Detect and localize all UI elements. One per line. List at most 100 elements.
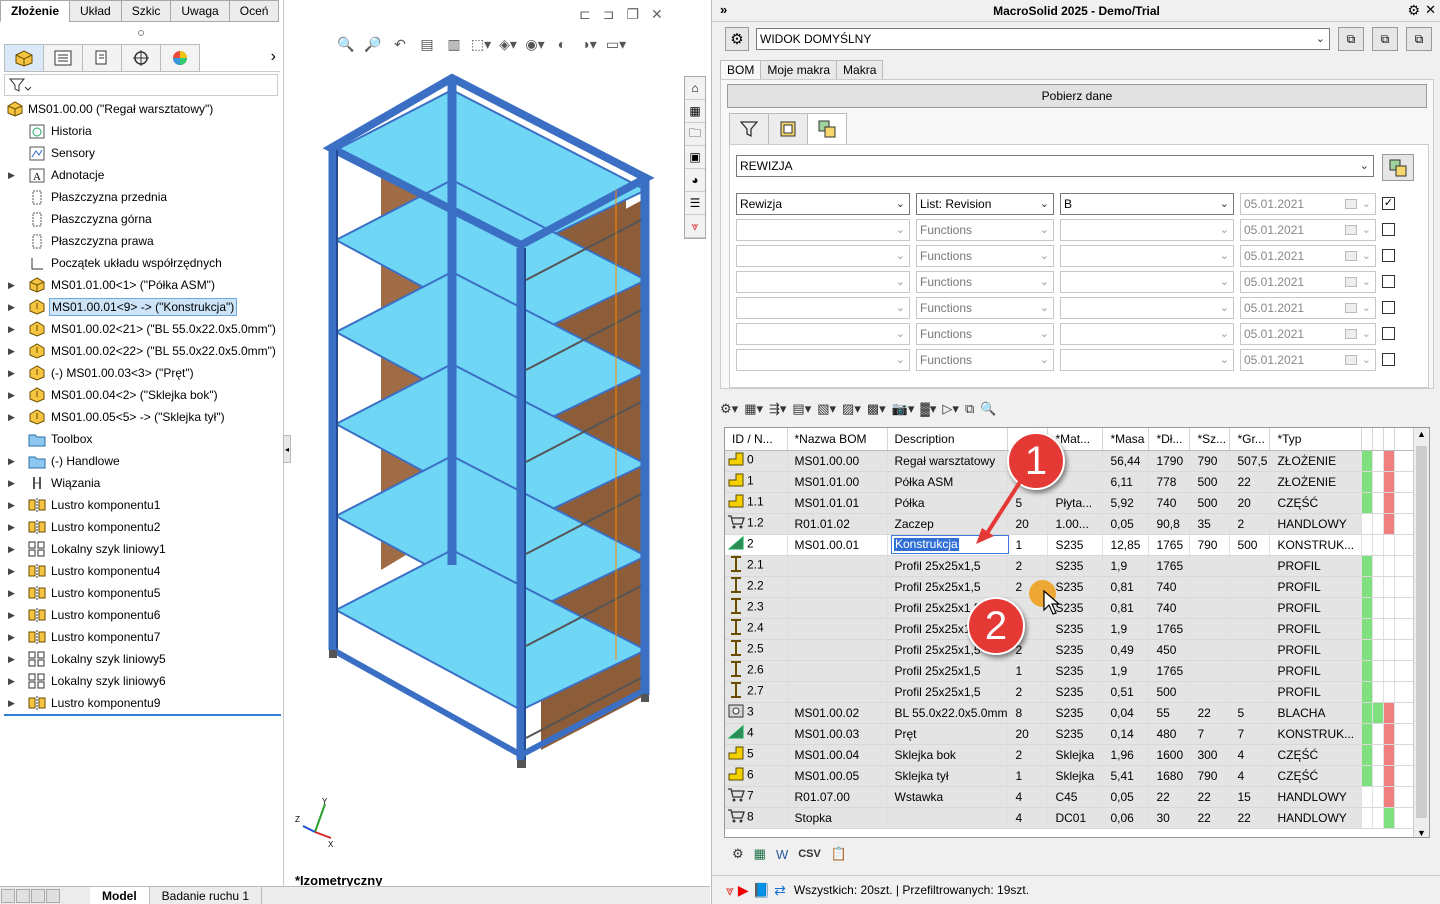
edit-appearance-icon[interactable]: ◐ (551, 34, 573, 54)
table-cell[interactable]: 7 (1229, 723, 1271, 745)
table-cell[interactable]: MS01.00.03 (787, 723, 888, 745)
table-cell[interactable]: 4 (1229, 765, 1271, 787)
table-cell[interactable]: 4 (1229, 744, 1271, 766)
table-cell[interactable]: KONSTRUK... (1269, 534, 1363, 556)
table-cell[interactable]: 2 (1007, 744, 1049, 766)
table-row[interactable]: 6 MS01.00.05 Sklejka tył 1 Sklejka 5,41 1680 79… (725, 765, 1418, 787)
filter-operator-select[interactable]: Functions ⌄ (916, 271, 1054, 293)
filter-enable-checkbox[interactable] (1382, 223, 1395, 236)
csv-export-button[interactable]: CSV (798, 843, 821, 865)
table-cell[interactable] (787, 639, 888, 661)
table-cell[interactable]: 2.7 (725, 681, 788, 703)
tree-item[interactable]: ▶ MS01.00.05<5> -> ("Sklejka tył") (0, 406, 284, 428)
scroll-down-icon[interactable]: ▼ (1417, 828, 1426, 837)
tree-item[interactable]: Początek układu współrzędnych (0, 252, 284, 274)
table-cell[interactable]: 5 (1229, 702, 1271, 724)
table-cell[interactable]: PROFIL (1269, 618, 1363, 640)
filter-operator-select[interactable]: Functions ⌄ (916, 219, 1054, 241)
design-library-icon[interactable]: ▦ (685, 100, 705, 123)
table-cell[interactable]: KONSTRUK... (1269, 723, 1363, 745)
macrosolid-logo-icon[interactable]: ⩔ (726, 882, 734, 899)
tree-item[interactable]: ▶ Lustro komponentu9 (0, 692, 284, 714)
table-cell[interactable]: CZĘŚĆ (1269, 744, 1363, 766)
next-tab-button[interactable] (31, 888, 45, 903)
view-select[interactable]: WIDOK DOMYŚLNY ⌄ (756, 28, 1330, 50)
file-explorer-icon[interactable]: 🗀 (685, 123, 705, 146)
dimxpert-tab-icon[interactable] (121, 44, 161, 72)
filter-operator-select[interactable]: Functions ⌄ (916, 297, 1054, 319)
table-cell[interactable]: MS01.00.02 (787, 702, 888, 724)
table-cell[interactable]: MS01.00.00 (787, 450, 888, 472)
propertymanager-tab-icon[interactable] (43, 44, 83, 72)
table-cell[interactable]: HANDLOWY (1269, 786, 1363, 808)
table-cell[interactable]: 90,8 (1148, 513, 1191, 535)
filter-enable-checkbox[interactable] (1382, 353, 1395, 366)
table-cell[interactable]: 2 (725, 534, 788, 556)
tree-item[interactable]: ▶ MS01.00.02<22> ("BL 55.0x22.0x5.0mm") (0, 340, 284, 362)
tree-item[interactable]: ▶ Lokalny szyk liniowy1 (0, 538, 284, 560)
table-cell[interactable]: 22 (1148, 786, 1191, 808)
tree-item[interactable]: Historia (0, 120, 284, 142)
shelf-3d-model[interactable] (321, 70, 661, 780)
table-cell[interactable]: 15 (1229, 786, 1271, 808)
filter-field-select[interactable]: ⌄ (736, 349, 910, 371)
refresh-tab-icon[interactable] (768, 113, 808, 145)
rollback-bar[interactable] (4, 714, 281, 716)
filter-preset-select[interactable]: REWIZJA ⌄ (736, 155, 1374, 177)
table-cell[interactable] (1189, 660, 1231, 682)
table-cell[interactable]: Pręt (887, 723, 1009, 745)
table-cell[interactable]: PROFIL (1269, 555, 1363, 577)
prev-tab-button[interactable] (16, 888, 30, 903)
tree-item[interactable]: Płaszczyzna górna (0, 208, 284, 230)
tree-item[interactable]: ▶ Lustro komponentu6 (0, 604, 284, 626)
table-cell[interactable]: 5,92 (1102, 492, 1150, 514)
tree-item[interactable]: ▶ Lokalny szyk liniowy6 (0, 670, 284, 692)
table-cell[interactable]: 300 (1189, 744, 1231, 766)
tab-zlozenie[interactable]: Złożenie (0, 0, 71, 22)
view-settings-icon[interactable]: ▭▾ (605, 34, 627, 54)
export-settings-icon[interactable]: ⚙ (732, 843, 744, 865)
table-cell[interactable] (1189, 597, 1231, 619)
table-cell[interactable]: BLACHA (1269, 702, 1363, 724)
table-cell[interactable]: PROFIL (1269, 576, 1363, 598)
table-cell[interactable]: 1,9 (1102, 618, 1150, 640)
tree-expand-icon[interactable]: ⇶▾ (769, 398, 786, 420)
table-cell[interactable]: 500 (1189, 471, 1231, 493)
display-manager-tab-icon[interactable] (160, 44, 200, 72)
table-row[interactable]: 1.1 MS01.01.01 Półka 5 Płyta... 5,92 740 500 20 C… (725, 492, 1418, 514)
table-cell[interactable]: 1765 (1148, 534, 1191, 556)
home-icon[interactable]: ⌂ (685, 77, 705, 100)
chevron-right-icon[interactable]: › (271, 48, 276, 66)
word-icon[interactable]: W (776, 843, 788, 865)
table-cell[interactable]: 2 (1229, 513, 1271, 535)
table-cell[interactable] (1229, 618, 1271, 640)
table-cell[interactable]: S235 (1047, 639, 1104, 661)
filter-date-field[interactable]: 05.01.2021 ⌄ (1240, 271, 1376, 293)
table-cell[interactable]: 0,81 (1102, 597, 1150, 619)
table-cell[interactable]: 20 (1229, 492, 1271, 514)
column-header[interactable]: *Masa (1102, 428, 1150, 451)
table-cell[interactable]: MS01.01.00 (787, 471, 888, 493)
filter-value-select[interactable]: B ⌄ (1060, 193, 1234, 215)
table-cell[interactable]: 22 (1229, 807, 1271, 829)
table-cell[interactable]: 22 (1189, 702, 1231, 724)
filter-date-field[interactable]: 05.01.2021 ⌄ (1240, 193, 1376, 215)
fetch-data-button[interactable]: Pobierz dane (727, 84, 1427, 108)
expand-arrow-icon[interactable]: ▶ (8, 456, 16, 467)
table-cell[interactable]: CZĘŚĆ (1269, 492, 1363, 514)
scroll-thumb[interactable] (1416, 446, 1427, 818)
calendar-icon[interactable] (1345, 277, 1357, 287)
expand-arrow-icon[interactable]: ▶ (8, 368, 16, 379)
table-cell[interactable]: 740 (1148, 576, 1191, 598)
table-cell[interactable]: 450 (1148, 639, 1191, 661)
table-row[interactable]: 2.1 Profil 25x25x1,5 2 S235 1,9 1765 PROFIL (725, 555, 1418, 577)
filter-enable-checkbox[interactable]: ✓ (1382, 197, 1395, 210)
table-cell[interactable]: 0,04 (1102, 702, 1150, 724)
table-cell[interactable]: 790 (1189, 450, 1231, 472)
table-cell[interactable]: Sklejka tył (887, 765, 1009, 787)
tile-right-icon[interactable]: ⊐ (603, 6, 615, 23)
table-row[interactable]: 1.2 R01.01.02 Zaczep 20 1.00... 0,05 90,8 35 2 HA… (725, 513, 1418, 535)
tree-item[interactable]: Toolbox (0, 428, 284, 450)
table-row[interactable]: 7 R01.07.00 Wstawka 4 C45 0,05 22 22 15 HANDLOWY (725, 786, 1418, 808)
expand-arrow-icon[interactable]: ▶ (8, 698, 16, 709)
